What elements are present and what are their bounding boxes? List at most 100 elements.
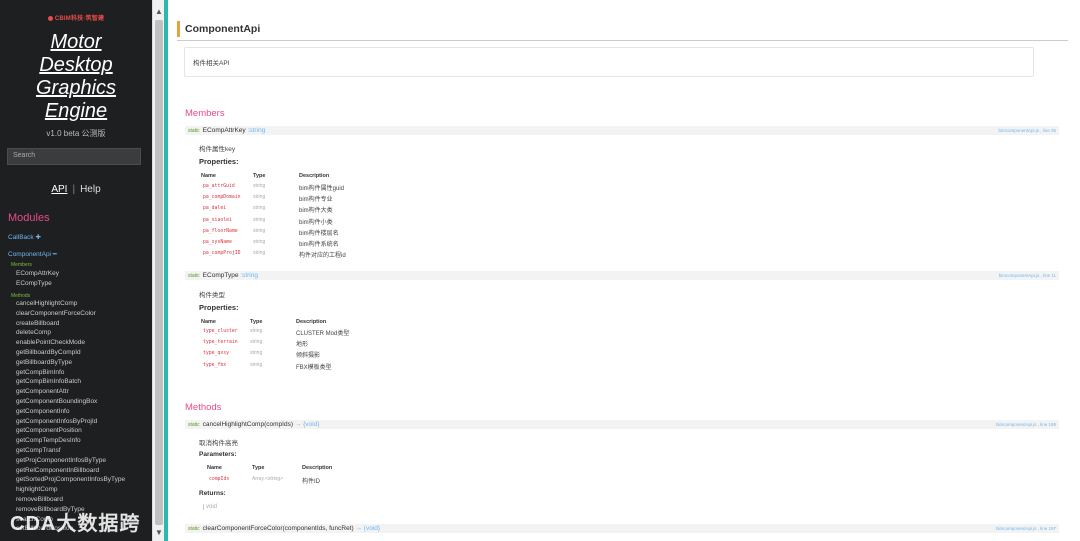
logo-icon (47, 15, 53, 21)
param-desc: 构件ID (302, 479, 321, 485)
method-item[interactable]: deleteComp (16, 328, 51, 338)
method-item[interactable]: getComponentInfo (16, 407, 69, 417)
static-badge: static (188, 128, 200, 134)
returns-label: Returns: (199, 490, 226, 497)
module-componentapi[interactable]: ComponentApi ━ (8, 250, 57, 258)
prop-name: pa_floorName (203, 228, 238, 234)
title-divider (177, 40, 1068, 41)
sidebar-scrollbar[interactable]: ▲ ▼ (152, 0, 164, 541)
prop-name: pa_attrGuid (203, 184, 235, 189)
method-item[interactable]: removeBillboard (16, 495, 63, 505)
nav-help-link[interactable]: Help (80, 184, 101, 195)
prop-name: type_qxsy (203, 351, 229, 357)
prop-type: string (253, 239, 266, 245)
param-name: compIds (209, 477, 230, 482)
method-item[interactable]: getSortedProjComponentInfosByType (16, 475, 125, 485)
prop-name: pa_compDomain (203, 195, 241, 201)
source-link[interactable]: bimcomponentApi.js , line 11 (999, 271, 1056, 280)
member-description: 构件属性key (199, 146, 236, 153)
return-type[interactable]: → {void} (356, 525, 381, 532)
properties-label: Properties: (199, 303, 239, 312)
method-item[interactable]: getCompTransf (16, 446, 61, 456)
prop-name: pa_sysName (203, 240, 232, 245)
site-title[interactable]: Motor Desktop Graphics Engine (0, 31, 152, 123)
member-type[interactable]: :string (240, 272, 258, 279)
methods-heading: Methods (185, 402, 222, 413)
members-category: Members (11, 262, 32, 268)
member-item[interactable]: ECompAttrKey (16, 269, 59, 279)
return-type[interactable]: → {void} (295, 421, 320, 428)
member-name: ECompType (202, 272, 239, 279)
col-type-header: Type (252, 465, 265, 471)
prop-name: pa_xiaolei (203, 217, 232, 223)
prop-name: type_fbx (203, 362, 227, 368)
col-desc-header: Description (302, 465, 333, 471)
col-name-header: Name (201, 173, 216, 179)
method-item[interactable]: getBillboardByType (16, 358, 72, 368)
prop-desc: bim构件大类 (299, 208, 333, 215)
method-item[interactable]: getComponentAttr (16, 387, 69, 397)
method-signature: cancelHighlightComp(compIds) (202, 421, 293, 428)
method-item[interactable]: getCompTempDesInfo (16, 436, 81, 446)
member-ecompattrkey[interactable]: static ECompAttrKey :string bimcomponentA… (185, 126, 1059, 135)
method-item[interactable]: getProjComponentInfosByType (16, 456, 106, 466)
main-content: ComponentApi 构件相关API Members static EComp… (168, 0, 1080, 541)
method-item[interactable]: enablePointCheckMode (16, 338, 85, 348)
source-link[interactable]: bimcomponentApi.js , line 198 (996, 420, 1056, 429)
method-item[interactable]: getComponentInfosByProjId (16, 417, 97, 427)
prop-desc: 倾斜摄影 (296, 353, 321, 360)
method-item[interactable]: getRelComponentInBillboard (16, 466, 99, 476)
method-item[interactable]: getComponentBoundingBox (16, 397, 97, 407)
parameters-label: Parameters: (199, 451, 237, 458)
module-callback[interactable]: CallBack ✚ (8, 233, 41, 241)
sidebar: CBIM科技·筑智建 Motor Desktop Graphics Engine… (0, 0, 152, 541)
title-line: Graphics (35, 77, 117, 99)
method-item[interactable]: getCompBimInfo (16, 368, 64, 378)
col-type-header: Type (253, 173, 266, 179)
source-link[interactable]: bimcomponentApi.js , line 35 (998, 126, 1056, 135)
member-type[interactable]: :string (247, 127, 265, 134)
member-description: 构件类型 (199, 292, 225, 299)
prop-type: string (250, 328, 263, 334)
prop-type: string (253, 216, 266, 223)
method-item[interactable]: cancelHighlightComp (16, 299, 77, 309)
col-name-header: Name (201, 319, 216, 325)
source-link[interactable]: bimcomponentApi.js , line 197 (996, 524, 1056, 533)
page-title: ComponentApi (177, 21, 260, 37)
version-label: v1.0 beta 公测版 (46, 129, 106, 138)
prop-type: string (250, 350, 263, 357)
method-cancelhighlightcomp[interactable]: static cancelHighlightComp(compIds) → {vo… (185, 420, 1059, 429)
method-item[interactable]: getBillboardByCompId (16, 348, 81, 358)
method-item[interactable]: createBillboard (16, 319, 59, 329)
prop-desc: bim构件专业 (299, 197, 333, 204)
prop-desc: FBX模板类型 (296, 364, 332, 371)
nav-separator: | (72, 184, 76, 195)
prop-desc: bim构件楼层名 (299, 230, 339, 237)
nav-api-link[interactable]: API (51, 184, 67, 195)
prop-type: string (250, 361, 263, 368)
method-item[interactable]: clearComponentForceColor (16, 309, 96, 319)
col-desc-header: Description (299, 173, 330, 179)
prop-desc: bim构件小类 (299, 219, 333, 226)
scrollbar-thumb[interactable] (155, 20, 163, 525)
search-input[interactable]: Search (7, 148, 141, 165)
method-item[interactable]: getComponentPosition (16, 426, 82, 436)
prop-type: string (250, 339, 263, 346)
method-item[interactable]: getCompBimInfoBatch (16, 377, 81, 387)
param-type: Array.<string> (252, 476, 284, 482)
method-clearcomponentforcecolor[interactable]: static clearComponentForceColor(component… (185, 524, 1059, 533)
method-item[interactable]: highlightComp (16, 485, 58, 495)
properties-label: Properties: (199, 157, 239, 166)
scroll-down-icon[interactable]: ▼ (154, 527, 164, 539)
member-item[interactable]: ECompType (16, 279, 52, 289)
static-badge: static (188, 273, 200, 279)
col-name-header: Name (207, 465, 222, 471)
prop-type: string (253, 250, 266, 257)
prop-desc: 构件对应的工程id (299, 253, 346, 260)
prop-desc: 地形 (296, 342, 309, 349)
title-line: Motor (50, 31, 102, 53)
method-description: 取消构件高亮 (199, 440, 238, 447)
scroll-up-icon[interactable]: ▲ (154, 6, 164, 18)
member-ecomptype[interactable]: static ECompType :string bimcomponentApi.… (185, 271, 1059, 280)
returns-value: void (203, 504, 217, 510)
